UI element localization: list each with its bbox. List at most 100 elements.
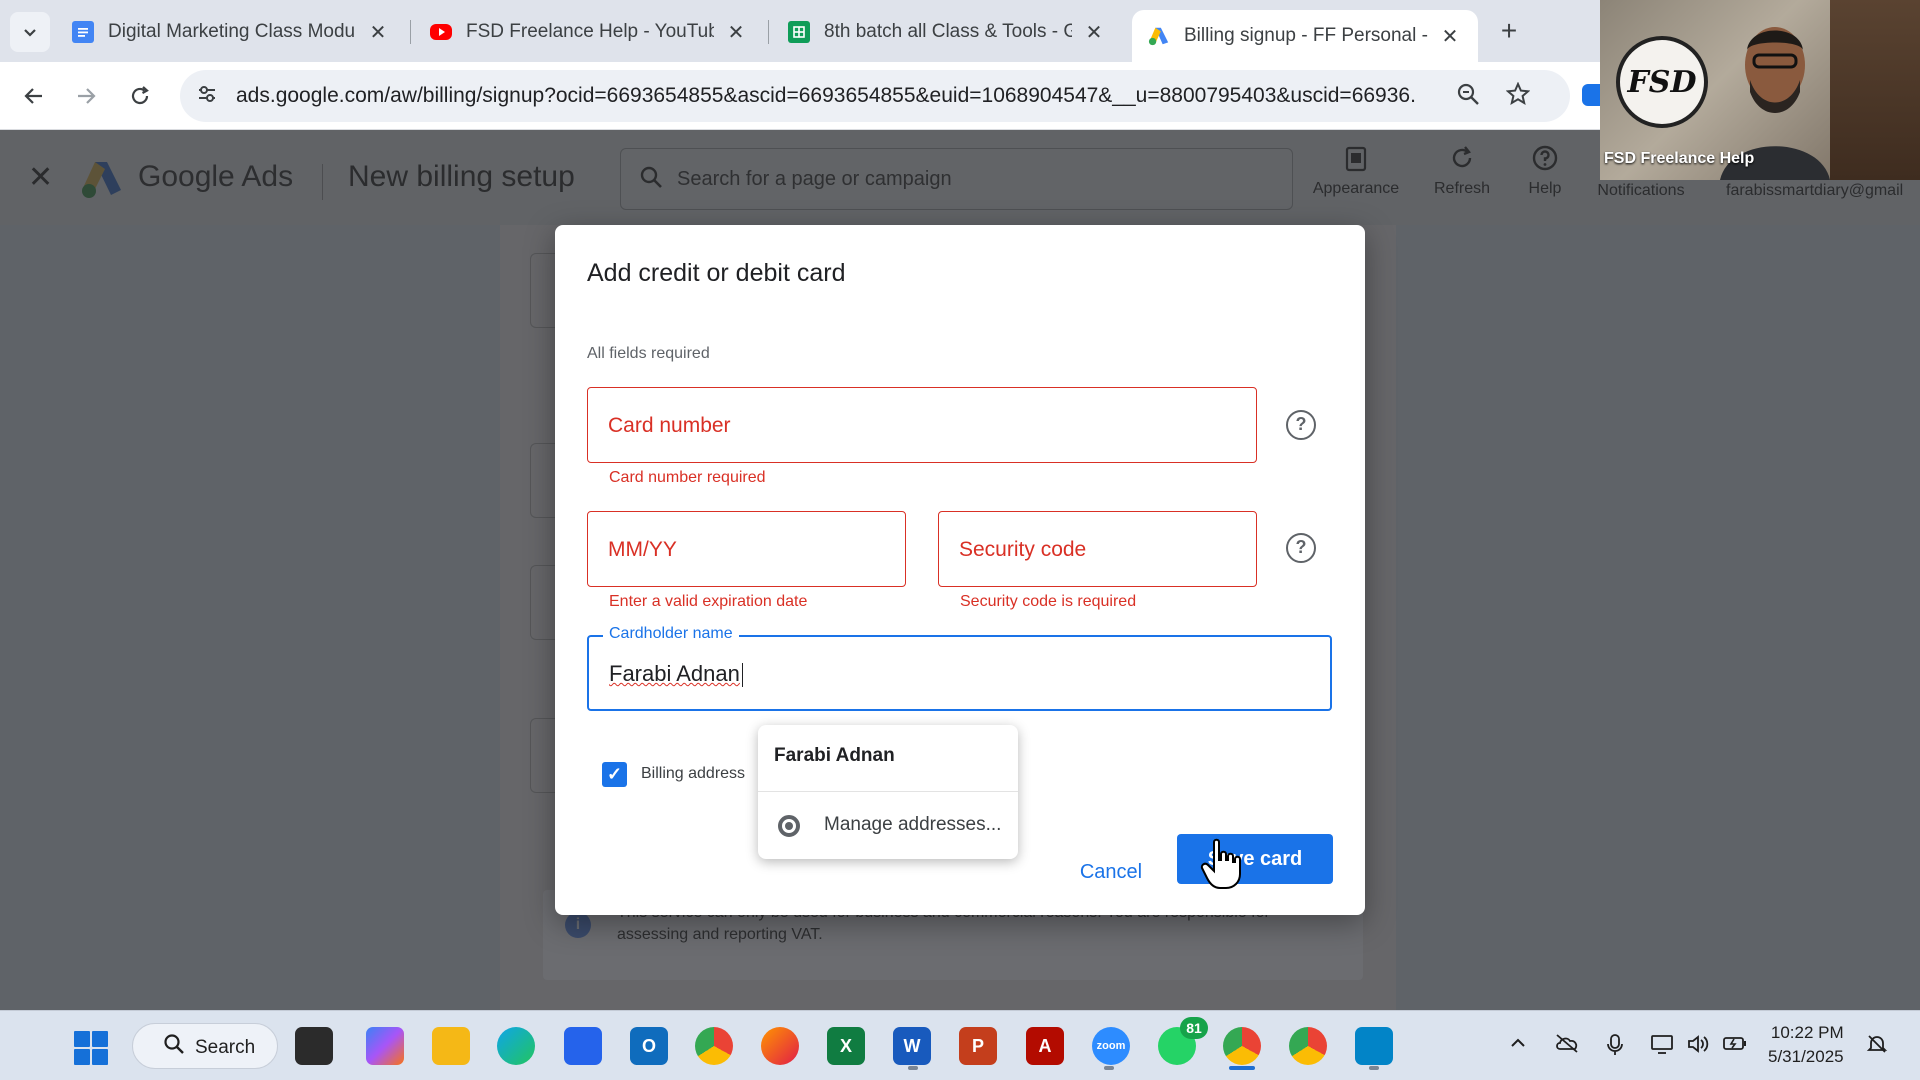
url-text: ads.google.com/aw/billing/signup?ocid=66…	[236, 84, 1416, 107]
billing-address-checkbox[interactable]: ✓	[602, 762, 627, 787]
close-tab-icon[interactable]: ✕	[1082, 20, 1106, 45]
zoom-icon[interactable]	[1456, 82, 1480, 112]
refresh-icon	[1420, 144, 1504, 180]
close-icon[interactable]: ✕	[28, 160, 53, 195]
reload-icon	[131, 86, 149, 105]
onedrive-icon[interactable]	[1554, 1033, 1580, 1059]
zoom-icon[interactable]: zoom	[1092, 1027, 1130, 1065]
tab-title: Digital Marketing Class Module	[108, 21, 356, 42]
help-button[interactable]: Help	[1515, 144, 1575, 198]
account-email: farabissmartdiary@gmail	[1726, 182, 1904, 199]
windows-taskbar: Search O X W P A zoom 81 10:22 PM 5/31/2…	[0, 1010, 1920, 1080]
edge-icon[interactable]	[497, 1027, 535, 1065]
cardholder-name-label: Cardholder name	[603, 625, 739, 643]
address-bar[interactable]: ads.google.com/aw/billing/signup?ocid=66…	[180, 70, 1570, 122]
copilot-icon[interactable]	[366, 1027, 404, 1065]
excel-icon[interactable]: X	[827, 1027, 865, 1065]
back-button[interactable]	[14, 76, 54, 116]
expiry-placeholder: MM/YY	[608, 538, 677, 561]
cardholder-name-text: Farabi Adnan	[609, 661, 740, 686]
tab-title: 8th batch all Class & Tools - Go	[824, 21, 1072, 42]
microsoft-store-icon[interactable]	[564, 1027, 602, 1065]
arrow-left-icon	[24, 88, 42, 104]
reload-button[interactable]	[120, 76, 160, 116]
network-icon[interactable]	[1650, 1033, 1674, 1061]
taskbar-active-indicator	[1229, 1066, 1255, 1070]
page-title: New billing setup	[348, 160, 575, 193]
cardholder-name-field[interactable]: Cardholder name Farabi Adnan	[587, 625, 1332, 711]
ads-search-box[interactable]: Search for a page or campaign	[620, 148, 1293, 210]
google-sheets-icon	[788, 21, 810, 43]
chevron-up-icon[interactable]	[1508, 1033, 1528, 1059]
tab-youtube[interactable]: FSD Freelance Help - YouTube ✕	[414, 10, 764, 54]
chevron-down-icon	[24, 29, 36, 37]
autofill-divider	[758, 791, 1018, 792]
webcam-overlay: FSD FSD Freelance Help	[1600, 0, 1920, 180]
close-tab-icon[interactable]: ✕	[1438, 24, 1462, 49]
taskbar-running-indicator	[908, 1066, 918, 1070]
microphone-icon[interactable]	[1605, 1033, 1625, 1063]
billing-address-label: Billing address	[641, 765, 746, 782]
notifications-button[interactable]: Notifications	[1588, 182, 1694, 200]
webcam-caption: FSD Freelance Help	[1604, 150, 1755, 167]
chrome-profile-2-icon[interactable]	[1289, 1027, 1327, 1065]
search-placeholder: Search for a page or campaign	[677, 168, 952, 190]
security-code-field[interactable]: Security code	[938, 511, 1257, 587]
expiry-field[interactable]: MM/YY	[587, 511, 906, 587]
extension-icon[interactable]	[1582, 84, 1600, 106]
notifications-icon[interactable]	[1866, 1033, 1888, 1061]
card-number-help-icon[interactable]: ?	[1286, 410, 1316, 440]
word-icon[interactable]: W	[893, 1027, 931, 1065]
cardholder-name-value: Farabi Adnan	[609, 661, 744, 688]
battery-icon[interactable]	[1722, 1033, 1748, 1059]
file-explorer-icon[interactable]	[432, 1027, 470, 1065]
appearance-icon	[1308, 144, 1404, 180]
close-tab-icon[interactable]: ✕	[366, 20, 390, 45]
tab-title: FSD Freelance Help - YouTube	[466, 21, 714, 42]
close-tab-icon[interactable]: ✕	[724, 20, 748, 45]
site-settings-icon[interactable]	[194, 83, 220, 109]
card-number-field[interactable]: Card number	[587, 387, 1257, 463]
info-icon: i	[565, 912, 591, 938]
firefox-icon[interactable]	[761, 1027, 799, 1065]
security-code-help-icon[interactable]: ?	[1286, 533, 1316, 563]
google-ads-icon	[1148, 25, 1170, 47]
cancel-button[interactable]: Cancel	[1066, 848, 1156, 896]
taskbar-running-indicator	[1104, 1066, 1114, 1070]
chrome-profile-icon[interactable]	[1223, 1027, 1261, 1065]
manage-addresses-link[interactable]: Manage addresses...	[824, 814, 1001, 836]
system-clock[interactable]: 10:22 PM 5/31/2025	[1768, 1021, 1844, 1069]
photos-icon[interactable]	[1355, 1027, 1393, 1065]
new-tab-button[interactable]: +	[1491, 14, 1527, 50]
chrome-icon[interactable]	[695, 1027, 733, 1065]
tab-divider	[410, 20, 411, 44]
security-code-error: Security code is required	[960, 593, 1137, 610]
powerpoint-icon[interactable]: P	[959, 1027, 997, 1065]
card-number-placeholder: Card number	[608, 414, 731, 437]
tab-billing-signup[interactable]: Billing signup - FF Personal - Go ✕	[1132, 10, 1478, 62]
webcam-background-shelf	[1830, 0, 1920, 180]
taskbar-search[interactable]: Search	[132, 1023, 278, 1069]
appearance-button[interactable]: Appearance	[1308, 144, 1404, 198]
tab-search-dropdown[interactable]	[10, 12, 50, 52]
volume-icon[interactable]	[1686, 1033, 1710, 1061]
autofill-suggestion[interactable]: Farabi Adnan	[774, 745, 895, 767]
security-code-placeholder: Security code	[959, 538, 1087, 561]
google-ads-logo-icon	[82, 162, 121, 198]
outlook-icon[interactable]: O	[630, 1027, 668, 1065]
task-view-icon[interactable]	[295, 1027, 333, 1065]
refresh-button[interactable]: Refresh	[1420, 144, 1504, 198]
bookmark-star-icon[interactable]	[1505, 81, 1531, 112]
windows-start-icon[interactable]	[74, 1031, 108, 1065]
text-caret	[741, 663, 744, 688]
acrobat-icon[interactable]: A	[1026, 1027, 1064, 1065]
tab-digital-marketing[interactable]: Digital Marketing Class Module ✕	[56, 10, 406, 54]
whatsapp-badge: 81	[1180, 1017, 1208, 1039]
hand-pointer-icon	[1200, 838, 1241, 889]
search-icon	[163, 1033, 185, 1061]
forward-button[interactable]	[66, 76, 106, 116]
tab-divider	[768, 20, 769, 44]
tab-google-sheets[interactable]: 8th batch all Class & Tools - Go ✕	[772, 10, 1122, 54]
refresh-label: Refresh	[1433, 180, 1491, 197]
expiry-error: Enter a valid expiration date	[609, 593, 808, 610]
